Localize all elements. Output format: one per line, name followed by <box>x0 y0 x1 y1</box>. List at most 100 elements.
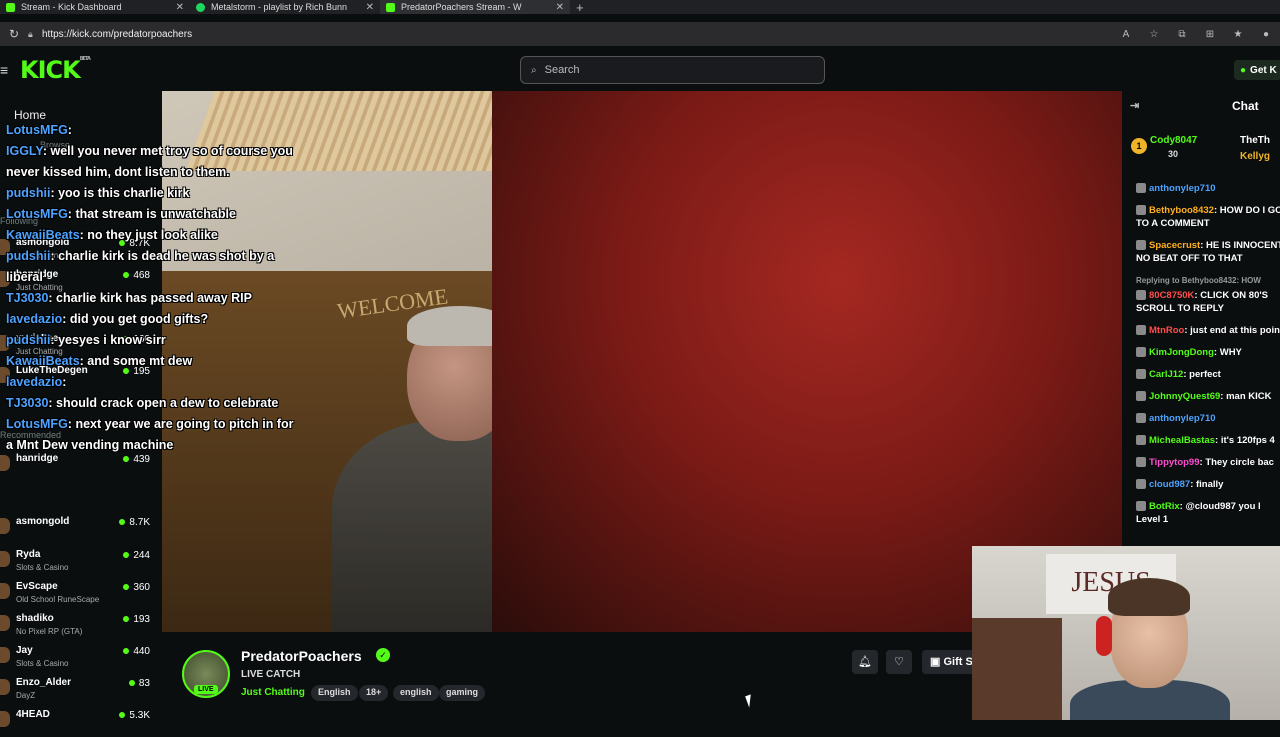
avatar <box>0 647 10 663</box>
favorite-heart-icon[interactable]: ♡ <box>886 650 912 674</box>
overlay-chat-line: lavedazio: did you get good gifts? <box>6 312 209 326</box>
chat-message[interactable]: anthonylep710 <box>1136 182 1280 195</box>
overlay-chat-text: yoo is this charlie kirk <box>58 186 190 200</box>
tag[interactable]: gaming <box>439 685 486 701</box>
browser-tab-active[interactable]: PredatorPoachers Stream - W ✕ <box>380 0 570 14</box>
chat-message[interactable]: Tippytop99: They circle bac <box>1136 456 1280 469</box>
leaderboard-user[interactable]: Cody8047 <box>1150 134 1197 147</box>
avatar <box>0 679 10 695</box>
stream-category[interactable]: Just Chatting <box>241 687 305 698</box>
leaderboard-user[interactable]: Kellyg <box>1240 150 1270 163</box>
chat-message[interactable]: CarlJ12: perfect <box>1136 368 1280 381</box>
url-field[interactable]: https://kick.com/predatorpoachers <box>42 29 1112 40</box>
user-badge-icon <box>1136 325 1146 336</box>
new-tab-icon[interactable]: + <box>576 0 584 15</box>
chat-username[interactable]: anthonylep710 <box>1149 183 1216 194</box>
chat-username[interactable]: anthonylep710 <box>1149 413 1216 424</box>
browser-tab[interactable]: Metalstorm - playlist by Rich Bunn ✕ <box>190 0 380 14</box>
sidebar-channel[interactable]: Jay Slots & Casino 440 <box>0 641 162 673</box>
extensions-icon[interactable]: ⧉ <box>1168 29 1196 40</box>
chat-message[interactable]: 80C8750K: CLICK ON 80'S SCROLL TO REPLY <box>1136 289 1280 315</box>
tag[interactable]: 18+ <box>359 685 389 701</box>
close-tab-icon[interactable]: ✕ <box>556 2 564 13</box>
read-aloud-icon[interactable]: A <box>1112 29 1140 40</box>
overlay-chat-line: KawaiiBeats: no they just look alike <box>6 228 218 242</box>
profile-icon[interactable]: ● <box>1252 29 1280 40</box>
split-screen-icon[interactable]: ⊞ <box>1196 29 1224 40</box>
webcam-chair <box>972 618 1062 720</box>
chat-username[interactable]: CarlJ12 <box>1149 369 1183 380</box>
avatar <box>0 615 10 631</box>
favorite-star-icon[interactable]: ☆ <box>1140 29 1168 40</box>
overlay-chat-line: pudshii: yesyes i know sirr <box>6 333 166 347</box>
close-tab-icon[interactable]: ✕ <box>176 2 184 13</box>
user-badge-icon <box>1136 205 1146 216</box>
kick-logo[interactable]: KICKBETA <box>20 56 91 84</box>
chat-message[interactable]: Spacecrust: HE IS INNOCENT. NO BEAT OFF … <box>1136 239 1280 265</box>
channel-name[interactable]: PredatorPoachers <box>241 648 362 664</box>
chat-message[interactable]: JohnnyQuest69: man KICK <box>1136 390 1280 403</box>
sidebar-channel[interactable]: shadiko No Pixel RP (GTA) 193 <box>0 609 162 641</box>
get-app-button[interactable]: ● Get K <box>1234 60 1280 80</box>
reload-icon[interactable]: ↻ <box>0 27 28 41</box>
address-bar: ↻ 🔒︎ https://kick.com/predatorpoachers A… <box>0 22 1280 46</box>
overlay-chat-line: IGGLY: well you never met troy so of cou… <box>6 144 293 179</box>
kick-favicon-icon <box>386 2 395 12</box>
channel-category: DayZ <box>16 691 36 700</box>
chat-message[interactable]: anthonylep710 <box>1136 412 1280 425</box>
chat-username[interactable]: Tippytop99 <box>1149 457 1200 468</box>
viewer-count: 360 <box>123 582 150 593</box>
chat-text: They circle bac <box>1205 457 1274 468</box>
chat-message[interactable]: MtnRoo: just end at this poin <box>1136 324 1280 337</box>
chat-username[interactable]: KimJongDong <box>1149 347 1214 358</box>
user-badge-icon <box>1136 391 1146 402</box>
favorites-icon[interactable]: ★ <box>1224 29 1252 40</box>
chat-username[interactable]: Replying to Bethyboo8432: HOW <box>1136 276 1261 285</box>
overlay-chat-user: TJ3030 <box>6 396 49 410</box>
chat-username[interactable]: BotRix <box>1149 501 1180 512</box>
chat-username[interactable]: JohnnyQuest69 <box>1149 391 1220 402</box>
stream-chat-overlay: LotusMFG: IGGLY: well you never met troy… <box>6 120 296 456</box>
user-badge-icon <box>1136 347 1146 358</box>
chat-message[interactable]: Bethyboo8432: HOW DO I GO TO A COMMENT <box>1136 204 1280 230</box>
kick-favicon-icon <box>6 2 15 12</box>
browser-tab[interactable]: Stream - Kick Dashboard ✕ <box>0 0 190 14</box>
collapse-chat-icon[interactable]: ⇥ <box>1130 100 1139 113</box>
menu-icon[interactable]: ≡ <box>0 62 8 78</box>
chat-username[interactable]: 80C8750K <box>1149 290 1194 301</box>
notification-bell-icon[interactable]: 🔔︎ <box>852 650 878 674</box>
lock-icon[interactable]: 🔒︎ <box>28 29 42 40</box>
viewer-count: 5.3K <box>119 710 150 721</box>
tag[interactable]: english <box>393 685 439 701</box>
user-badge-icon <box>1136 240 1146 251</box>
chat-reply-context[interactable]: Replying to Bethyboo8432: HOW <box>1136 274 1280 287</box>
chat-username[interactable]: MtnRoo <box>1149 325 1184 336</box>
user-badge-icon <box>1136 501 1146 512</box>
chat-username[interactable]: cloud987 <box>1149 479 1190 490</box>
sidebar-channel[interactable]: asmongold 8.7K <box>0 512 162 544</box>
chat-text: WHY <box>1219 347 1242 358</box>
chat-username[interactable]: Spacecrust <box>1149 240 1200 251</box>
chat-username[interactable]: Bethyboo8432 <box>1149 205 1214 216</box>
overlay-chat-text: that stream is unwatchable <box>75 207 236 221</box>
sidebar-channel[interactable]: Ryda Slots & Casino 244 <box>0 545 162 577</box>
channel-category: Slots & Casino <box>16 659 69 668</box>
search-input[interactable]: ⌕ Search <box>520 56 825 84</box>
verified-icon: ✓ <box>376 648 390 662</box>
sidebar-channel[interactable]: 4HEAD 5.3K <box>0 705 162 737</box>
chat-username[interactable]: MichealBastas <box>1149 435 1215 446</box>
close-tab-icon[interactable]: ✕ <box>366 2 374 13</box>
tag[interactable]: English <box>311 685 358 701</box>
sidebar-channel[interactable]: EvScape Old School RuneScape 360 <box>0 577 162 609</box>
overlay-chat-line: LotusMFG: next year we are going to pitc… <box>6 417 294 452</box>
user-badge-icon <box>1136 457 1146 468</box>
mouse-cursor <box>745 694 755 708</box>
overlay-chat-user: TJ3030 <box>6 291 49 305</box>
chat-message[interactable]: MichealBastas: it's 120fps 4 <box>1136 434 1280 447</box>
sidebar-channel[interactable]: Enzo_Alder DayZ 83 <box>0 673 162 705</box>
chat-message[interactable]: BotRix: @cloud987 you l Level 1 <box>1136 500 1280 526</box>
leaderboard-user[interactable]: TheTh <box>1240 134 1270 147</box>
user-badge-icon <box>1136 479 1146 490</box>
chat-message[interactable]: cloud987: finally <box>1136 478 1280 491</box>
chat-message[interactable]: KimJongDong: WHY <box>1136 346 1280 359</box>
